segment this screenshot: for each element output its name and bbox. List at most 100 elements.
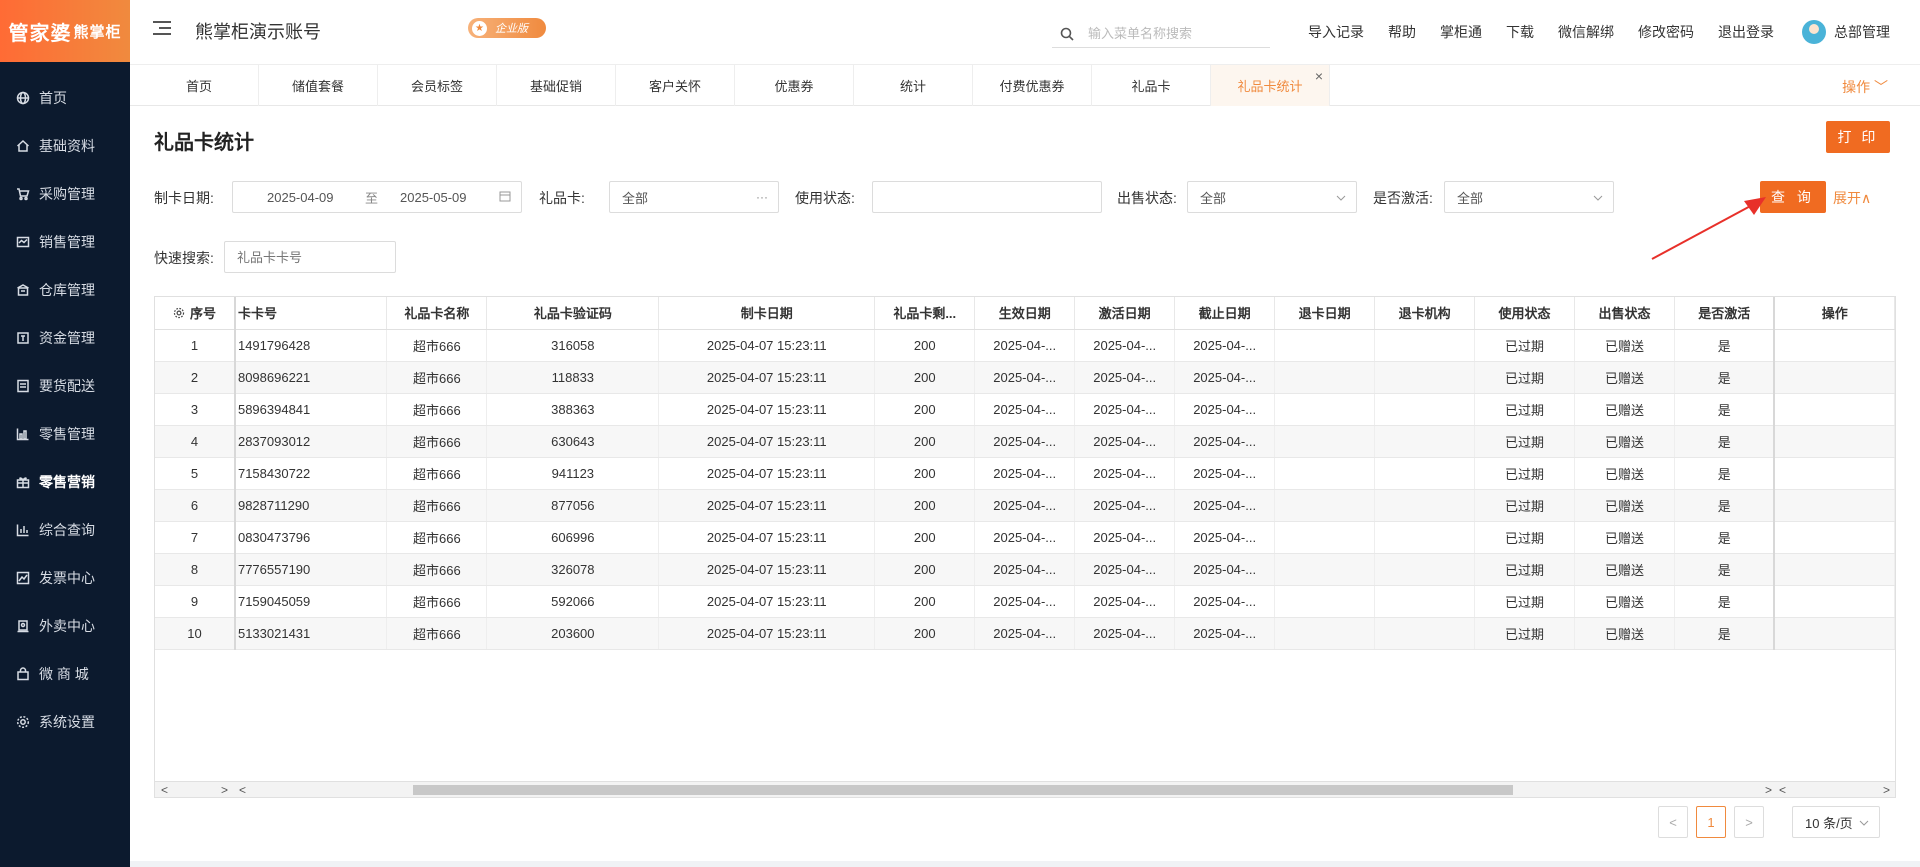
tab-9[interactable]: 礼品卡统计 × — [1211, 65, 1330, 106]
query-button[interactable]: 查 询 — [1760, 181, 1826, 213]
table-row[interactable]: 7 0830473796 超市666 606996 2025-04-07 15:23:1… — [155, 521, 1895, 554]
sidebar-item-1[interactable]: 基础资料 — [0, 122, 130, 170]
column-header-label: 激活日期 — [1098, 306, 1151, 322]
activated-select[interactable]: 全部 — [1444, 181, 1614, 213]
close-icon[interactable]: × — [1315, 68, 1323, 84]
sidebar-item-label: 零售营销 — [39, 474, 95, 490]
card-select[interactable]: 全部 ··· — [609, 181, 779, 213]
sidebar-item-12[interactable]: 微 商 城 — [0, 650, 130, 698]
date-from[interactable]: 2025-04-09 — [267, 190, 334, 205]
page-size-select[interactable]: 10 条/页 — [1792, 806, 1880, 838]
table-row[interactable]: 8 7776557190 超市666 326078 2025-04-07 15:23:1… — [155, 553, 1895, 586]
date-range-picker[interactable]: 2025-04-09 至 2025-05-09 — [232, 181, 522, 213]
table-row[interactable]: 2 8098696221 超市666 118833 2025-04-07 15:23:1… — [155, 361, 1895, 394]
scroll-left-icon[interactable]: < — [1779, 782, 1786, 797]
scroll-left-icon[interactable]: < — [239, 782, 246, 797]
scrollbar-thumb[interactable] — [413, 785, 1513, 795]
header-link-4[interactable]: 微信解绑 — [1558, 22, 1614, 42]
column-header-7[interactable]: 激活日期 — [1074, 297, 1176, 330]
table-row[interactable]: 4 2837093012 超市666 630643 2025-04-07 15:23:1… — [155, 425, 1895, 458]
scroll-right-icon[interactable]: > — [1883, 782, 1890, 797]
table-row[interactable]: 6 9828711290 超市666 877056 2025-04-07 15:23:1… — [155, 489, 1895, 522]
column-header-5[interactable]: 礼品卡剩... — [874, 297, 976, 330]
scroll-left-icon[interactable]: < — [161, 782, 168, 797]
expand-filters-link[interactable]: 展开∧ — [1833, 188, 1871, 208]
header-link-5[interactable]: 修改密码 — [1638, 22, 1694, 42]
tab-5[interactable]: 优惠券 — [735, 65, 854, 106]
tabs-operation-button[interactable]: 操作 ﹀ — [1842, 77, 1888, 97]
tab-0[interactable]: 首页 — [140, 65, 259, 106]
header-link-2[interactable]: 掌柜通 — [1440, 22, 1482, 42]
print-button[interactable]: 打 印 — [1826, 121, 1890, 153]
menu-search-input[interactable] — [1088, 26, 1268, 41]
scroll-right-icon[interactable]: > — [1765, 782, 1772, 797]
sidebar-item-4[interactable]: 仓库管理 — [0, 266, 130, 314]
table-row[interactable]: 5 7158430722 超市666 941123 2025-04-07 15:23:1… — [155, 457, 1895, 490]
tab-4[interactable]: 客户关怀 — [616, 65, 735, 106]
sidebar-item-5[interactable]: 资金管理 — [0, 314, 130, 362]
quick-search-input[interactable] — [237, 249, 387, 265]
prev-page-button[interactable]: < — [1658, 806, 1688, 838]
gear-icon[interactable] — [173, 306, 190, 321]
column-header-14[interactable]: 操作 — [1774, 297, 1895, 330]
sidebar-item-2[interactable]: 采购管理 — [0, 170, 130, 218]
table-cell: 已过期 — [1474, 329, 1576, 362]
column-header-1[interactable]: 卡卡号 — [234, 297, 388, 330]
column-header-3[interactable]: 礼品卡验证码 — [486, 297, 660, 330]
header-link-1[interactable]: 帮助 — [1388, 22, 1416, 42]
column-header-12[interactable]: 出售状态 — [1574, 297, 1675, 330]
header-link-3[interactable]: 下载 — [1506, 22, 1534, 42]
search-icon[interactable] — [1052, 27, 1082, 41]
sidebar-item-6[interactable]: 要货配送 — [0, 362, 130, 410]
use-status-input[interactable] — [872, 181, 1102, 213]
sidebar-item-8[interactable]: 零售营销 — [0, 458, 130, 506]
next-page-button[interactable]: > — [1734, 806, 1764, 838]
table-row[interactable]: 9 7159045059 超市666 592066 2025-04-07 15:23:1… — [155, 585, 1895, 618]
column-header-2[interactable]: 礼品卡名称 — [386, 297, 488, 330]
tab-7[interactable]: 付费优惠券 — [973, 65, 1092, 106]
column-header-8[interactable]: 截止日期 — [1174, 297, 1276, 330]
horizontal-scrollbar[interactable]: < > < > < > — [155, 781, 1895, 797]
column-header-13[interactable]: 是否激活 — [1674, 297, 1776, 330]
column-header-0[interactable]: 序号 — [155, 297, 236, 330]
sidebar-item-13[interactable]: 系统设置 — [0, 698, 130, 746]
page-1-button[interactable]: 1 — [1696, 806, 1726, 838]
table-cell: 2025-04-07 15:23:11 — [658, 521, 876, 554]
tab-2[interactable]: 会员标签 — [378, 65, 497, 106]
chevron-down-icon — [1593, 190, 1603, 204]
date-to[interactable]: 2025-05-09 — [400, 190, 467, 205]
sidebar-item-10[interactable]: 发票中心 — [0, 554, 130, 602]
calendar-icon[interactable] — [499, 190, 511, 205]
logo[interactable]: 管家婆 熊掌柜 — [0, 0, 130, 62]
table-row[interactable]: 1 1491796428 超市666 316058 2025-04-07 15:23:1… — [155, 329, 1895, 362]
tab-8[interactable]: 礼品卡 — [1092, 65, 1211, 106]
user-menu[interactable]: 总部管理 — [1802, 20, 1890, 44]
tab-label: 基础促销 — [529, 79, 582, 94]
header-link-6[interactable]: 退出登录 — [1718, 22, 1774, 42]
sale-status-select[interactable]: 全部 — [1187, 181, 1357, 213]
table-cell: 已过期 — [1474, 489, 1576, 522]
sidebar-item-0[interactable]: 首页 — [0, 74, 130, 122]
header-link-0[interactable]: 导入记录 — [1308, 22, 1364, 42]
tab-3[interactable]: 基础促销 — [497, 65, 616, 106]
sidebar-item-9[interactable]: 综合查询 — [0, 506, 130, 554]
sidebar-item-7[interactable]: 零售管理 — [0, 410, 130, 458]
tab-1[interactable]: 储值套餐 — [259, 65, 378, 106]
table-cell: 2025-04-... — [1174, 329, 1276, 362]
tab-6[interactable]: 统计 — [854, 65, 973, 106]
sidebar-item-3[interactable]: 销售管理 — [0, 218, 130, 266]
more-icon[interactable]: ··· — [756, 190, 768, 204]
scroll-right-icon[interactable]: > — [221, 782, 228, 797]
column-header-6[interactable]: 生效日期 — [974, 297, 1076, 330]
table-cell — [1374, 617, 1476, 650]
column-header-11[interactable]: 使用状态 — [1474, 297, 1576, 330]
menu-toggle-icon[interactable] — [153, 21, 171, 37]
column-header-9[interactable]: 退卡日期 — [1274, 297, 1376, 330]
table-row[interactable]: 10 5133021431 超市666 203600 2025-04-07 15:23:… — [155, 617, 1895, 650]
column-header-10[interactable]: 退卡机构 — [1374, 297, 1476, 330]
table-row[interactable]: 3 5896394841 超市666 388363 2025-04-07 15:23:1… — [155, 393, 1895, 426]
table-cell: 已赠送 — [1574, 457, 1675, 490]
table-cell: 已赠送 — [1574, 521, 1675, 554]
column-header-4[interactable]: 制卡日期 — [658, 297, 876, 330]
sidebar-item-11[interactable]: 外卖中心 — [0, 602, 130, 650]
